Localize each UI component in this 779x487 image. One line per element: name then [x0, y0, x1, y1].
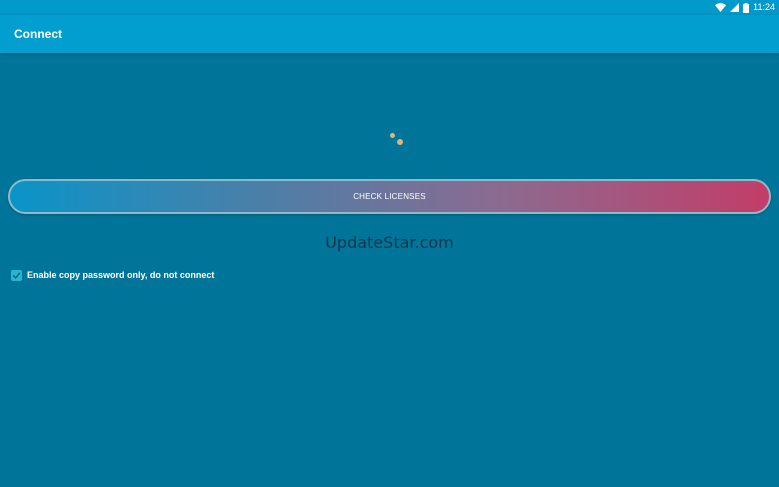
copy-password-checkbox[interactable] — [11, 270, 22, 281]
check-licenses-button[interactable]: CHECK LICENSES — [8, 179, 771, 214]
loading-spinner-icon — [386, 130, 406, 150]
watermark-text: UpdateStar.com — [325, 233, 454, 252]
status-time: 11:24 — [753, 2, 775, 12]
spinner-dot — [390, 133, 395, 138]
app-bar: Connect — [0, 15, 779, 53]
page-title: Connect — [14, 27, 62, 41]
status-icons: 11:24 — [715, 1, 775, 14]
wifi-icon — [715, 3, 727, 12]
status-bar: 11:24 — [0, 0, 779, 15]
signal-icon — [730, 3, 740, 12]
connect-screen: 11:24 Connect CHECK LICENSES UpdateStar.… — [0, 0, 779, 487]
copy-password-label: Enable copy password only, do not connec… — [27, 270, 215, 280]
copy-password-option[interactable]: Enable copy password only, do not connec… — [11, 269, 214, 282]
battery-icon — [743, 2, 750, 13]
checkmark-icon — [12, 272, 21, 279]
spinner-dot — [397, 139, 403, 145]
